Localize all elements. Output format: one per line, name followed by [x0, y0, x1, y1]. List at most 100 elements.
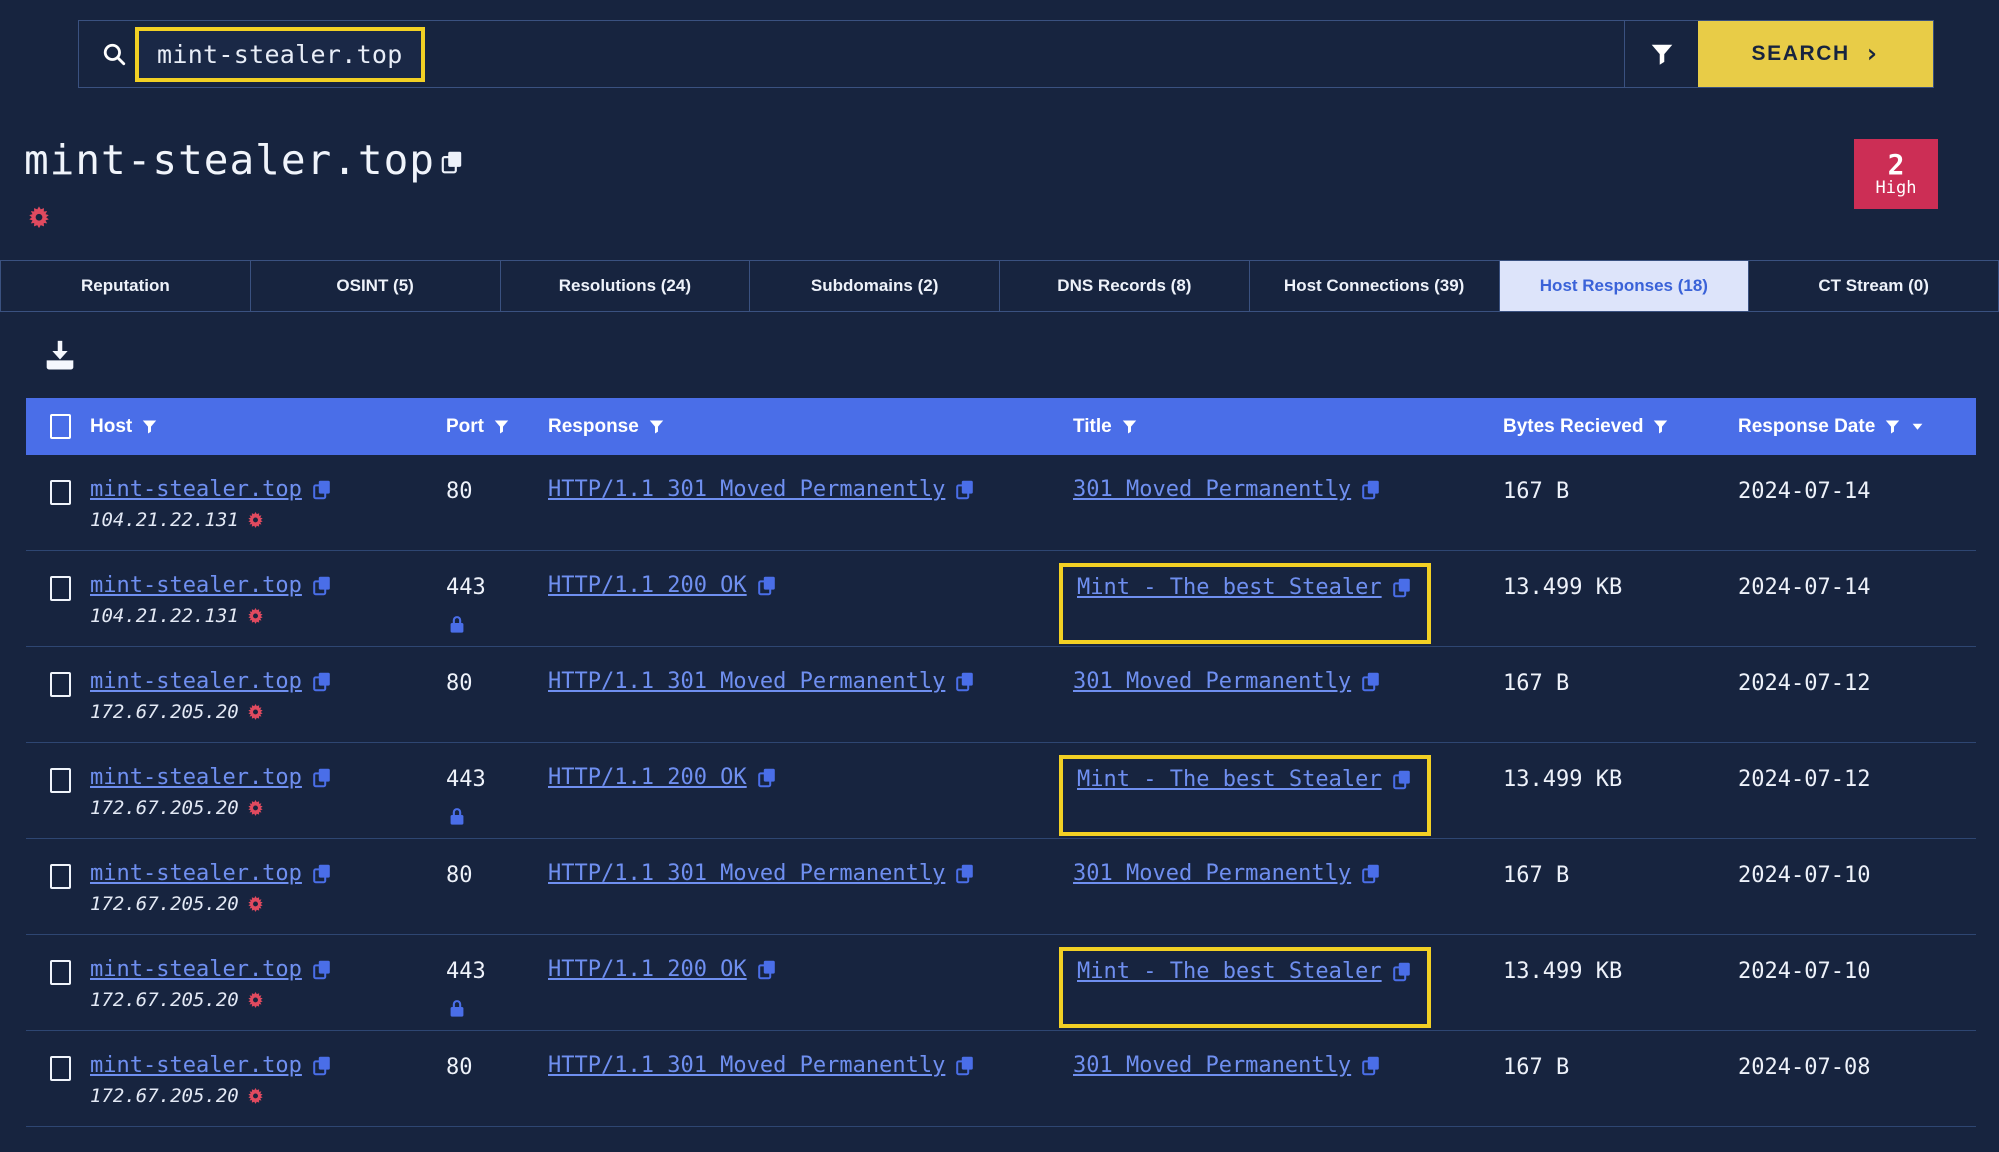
column-header-port-label: Port — [446, 415, 484, 437]
copy-icon[interactable] — [954, 862, 976, 885]
cell-title: Mint - The best Stealer — [1059, 563, 1503, 644]
host-link[interactable]: mint-stealer.top — [90, 477, 302, 502]
copy-icon[interactable] — [311, 574, 333, 597]
cell-host: mint-stealer.top 172.67.205.20 — [90, 861, 446, 915]
search-field[interactable]: mint-stealer.top — [79, 21, 1624, 87]
tab-host-responses-18[interactable]: Host Responses (18) — [1499, 261, 1750, 311]
copy-icon[interactable] — [439, 148, 465, 176]
filter-funnel-icon — [649, 420, 664, 434]
table-row: mint-stealer.top 172.67.205.20 80 HTTP/1.1 … — [26, 839, 1976, 935]
title-link[interactable]: 301 Moved Permanently — [1073, 669, 1351, 694]
port-value: 443 — [446, 959, 486, 984]
tab-host-connections-39[interactable]: Host Connections (39) — [1250, 261, 1500, 311]
host-ip-line: 104.21.22.131 — [90, 605, 446, 627]
search-input[interactable]: mint-stealer.top — [135, 26, 425, 82]
copy-icon[interactable] — [311, 862, 333, 885]
tab-reputation[interactable]: Reputation — [0, 261, 251, 311]
row-checkbox[interactable] — [50, 1056, 71, 1081]
title-link[interactable]: Mint - The best Stealer — [1077, 767, 1382, 792]
copy-icon[interactable] — [756, 574, 778, 597]
select-all-checkbox[interactable] — [50, 414, 71, 439]
host-link[interactable]: mint-stealer.top — [90, 957, 302, 982]
title-link[interactable]: 301 Moved Permanently — [1073, 861, 1351, 886]
cell-host: mint-stealer.top 104.21.22.131 — [90, 477, 446, 531]
title-link[interactable]: Mint - The best Stealer — [1077, 575, 1382, 600]
row-checkbox[interactable] — [50, 576, 71, 601]
tab-subdomains-2[interactable]: Subdomains (2) — [750, 261, 1000, 311]
search-button[interactable]: SEARCH › — [1698, 21, 1933, 87]
copy-icon[interactable] — [1360, 862, 1382, 885]
tab-label: Reputation — [80, 276, 170, 295]
tab-dns-records-8[interactable]: DNS Records (8) — [1000, 261, 1250, 311]
copy-icon[interactable] — [1391, 768, 1413, 791]
title-link[interactable]: 301 Moved Permanently — [1073, 1053, 1351, 1078]
column-header-port[interactable]: Port — [446, 416, 548, 438]
row-checkbox[interactable] — [50, 480, 71, 505]
column-header-bytes-recieved[interactable]: Bytes Recieved — [1503, 416, 1738, 438]
risk-score-badge[interactable]: 2 High — [1854, 139, 1938, 209]
column-header-date-label: Response Date — [1738, 415, 1876, 437]
cell-response-date: 2024-07-12 — [1738, 669, 1976, 699]
download-button[interactable] — [42, 338, 78, 372]
cell-bytes-recieved: 167 B — [1503, 861, 1738, 891]
table-row: mint-stealer.top 104.21.22.131 80 HTTP/1.1 … — [26, 455, 1976, 551]
response-link[interactable]: HTTP/1.1 301 Moved Permanently — [548, 861, 945, 886]
page-title-row: mint-stealer.top — [24, 140, 465, 181]
tab-osint-5[interactable]: OSINT (5) — [251, 261, 501, 311]
response-link[interactable]: HTTP/1.1 301 Moved Permanently — [548, 1053, 945, 1078]
copy-icon[interactable] — [954, 1054, 976, 1077]
row-checkbox[interactable] — [50, 672, 71, 697]
column-header-host[interactable]: Host — [90, 416, 446, 438]
copy-icon[interactable] — [954, 478, 976, 501]
filter-funnel-icon — [1651, 44, 1672, 65]
copy-icon[interactable] — [1391, 960, 1413, 983]
host-link[interactable]: mint-stealer.top — [90, 861, 302, 886]
host-link[interactable]: mint-stealer.top — [90, 573, 302, 598]
copy-icon[interactable] — [954, 670, 976, 693]
host-link[interactable]: mint-stealer.top — [90, 1053, 302, 1078]
title-link[interactable]: Mint - The best Stealer — [1077, 959, 1382, 984]
copy-icon[interactable] — [1360, 670, 1382, 693]
copy-icon[interactable] — [311, 478, 333, 501]
cell-port: 80 — [446, 669, 548, 699]
host-ip-value: 104.21.22.131 — [90, 605, 239, 627]
response-link[interactable]: HTTP/1.1 200 OK — [548, 573, 747, 598]
table-row: mint-stealer.top 104.21.22.131 443 HTTP/1.1… — [26, 551, 1976, 647]
column-header-response[interactable]: Response — [548, 416, 1073, 438]
cell-host: mint-stealer.top 172.67.205.20 — [90, 765, 446, 819]
bytes-value: 13.499 KB — [1503, 575, 1623, 600]
port-value: 80 — [446, 863, 473, 888]
copy-icon[interactable] — [311, 670, 333, 693]
search-filter-toggle[interactable] — [1624, 21, 1698, 87]
tab-ct-stream-0[interactable]: CT Stream (0) — [1749, 261, 1999, 311]
copy-icon[interactable] — [311, 958, 333, 981]
copy-icon[interactable] — [311, 766, 333, 789]
cell-bytes-recieved: 167 B — [1503, 669, 1738, 699]
copy-icon[interactable] — [1360, 1054, 1382, 1077]
copy-icon[interactable] — [1360, 478, 1382, 501]
title-link[interactable]: 301 Moved Permanently — [1073, 477, 1351, 502]
cell-response-date: 2024-07-14 — [1738, 477, 1976, 507]
host-link[interactable]: mint-stealer.top — [90, 765, 302, 790]
response-link[interactable]: HTTP/1.1 200 OK — [548, 957, 747, 982]
row-checkbox[interactable] — [50, 960, 71, 985]
response-link[interactable]: HTTP/1.1 301 Moved Permanently — [548, 669, 945, 694]
host-link[interactable]: mint-stealer.top — [90, 669, 302, 694]
copy-icon[interactable] — [756, 766, 778, 789]
sort-descending-icon[interactable] — [1910, 420, 1925, 433]
copy-icon[interactable] — [311, 1054, 333, 1077]
cell-title: Mint - The best Stealer — [1059, 755, 1503, 836]
response-link[interactable]: HTTP/1.1 200 OK — [548, 765, 747, 790]
column-header-title[interactable]: Title — [1073, 416, 1503, 438]
row-checkbox[interactable] — [50, 864, 71, 889]
response-link[interactable]: HTTP/1.1 301 Moved Permanently — [548, 477, 945, 502]
virus-icon — [26, 205, 52, 231]
tab-bar: Reputation OSINT (5) Resolutions (24) Subdo… — [0, 260, 1999, 312]
column-header-response-label: Response — [548, 415, 639, 437]
copy-icon[interactable] — [1391, 576, 1413, 599]
copy-icon[interactable] — [756, 958, 778, 981]
row-checkbox[interactable] — [50, 768, 71, 793]
tab-resolutions-24[interactable]: Resolutions (24) — [501, 261, 751, 311]
cell-title: 301 Moved Permanently — [1073, 1053, 1503, 1078]
column-header-response-date[interactable]: Response Date — [1738, 416, 1976, 438]
